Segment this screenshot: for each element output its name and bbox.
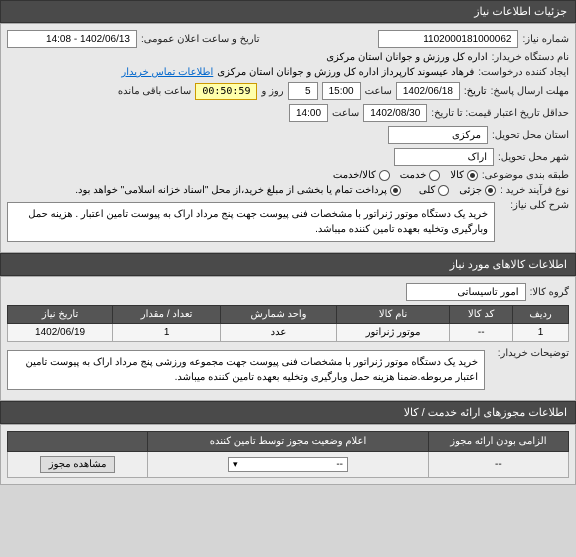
need-no-value: 1102000181000062: [378, 30, 518, 48]
status-dropdown[interactable]: --: [228, 457, 348, 472]
td-row: 1: [513, 324, 569, 342]
td-view: مشاهده مجوز: [8, 452, 148, 478]
td-code: --: [450, 324, 513, 342]
announce-date-value: 1402/06/13 - 14:08: [7, 30, 137, 48]
deadline-time: 15:00: [322, 82, 361, 100]
radio-partial-label: جزئی: [459, 185, 482, 196]
subject-cat-group: کالا خدمت کالا/خدمت: [333, 170, 478, 181]
goods-group-label: گروه کالا:: [530, 287, 569, 298]
deadline-date: 1402/06/18: [396, 82, 460, 100]
countdown-timer: 00:50:59: [195, 83, 257, 100]
deadline-label2: تاریخ:: [464, 86, 487, 97]
radio-service[interactable]: خدمت: [400, 170, 441, 181]
license-table: الزامی بودن ارائه مجوز اعلام وضعیت مجوز …: [7, 431, 569, 478]
radio-goods-service[interactable]: کالا/خدمت: [333, 170, 390, 181]
th-row: ردیف: [513, 306, 569, 324]
radio-dot-icon: [429, 170, 440, 181]
radio-full-label: کلی: [419, 185, 435, 196]
general-desc-value: خرید یک دستگاه موتور ژنراتور با مشخصات ف…: [7, 202, 495, 242]
goods-table: ردیف کد کالا نام کالا واحد شمارش تعداد /…: [7, 305, 569, 342]
subject-cat-label: طبقه بندی موضوعی:: [482, 170, 569, 181]
buyer-notes-label: توضیحات خریدار:: [489, 348, 569, 359]
announce-date-label: تاریخ و ساعت اعلان عمومی:: [141, 34, 260, 45]
th-mandatory: الزامی بودن ارائه مجوز: [428, 432, 568, 452]
view-license-button[interactable]: مشاهده مجوز: [40, 456, 116, 473]
th-date: تاریخ نیاز: [8, 306, 113, 324]
radio-dot-icon: [485, 185, 496, 196]
td-qty: 1: [113, 324, 221, 342]
radio-full[interactable]: کلی: [419, 185, 449, 196]
buyer-org-value: اداره کل ورزش و جوانان استان مرکزی: [326, 52, 487, 63]
status-dropdown-value: --: [336, 459, 343, 470]
buyer-org-label: نام دستگاه خریدار:: [492, 52, 569, 63]
radio-dot-icon: [390, 185, 401, 196]
th-status: اعلام وضعیت مجوز توسط تامین کننده: [148, 432, 429, 452]
th-qty: تعداد / مقدار: [113, 306, 221, 324]
licenses-body: الزامی بودن ارائه مجوز اعلام وضعیت مجوز …: [0, 424, 576, 485]
contact-link[interactable]: اطلاعات تماس خریدار: [121, 67, 213, 78]
need-no-label: شماره نیاز:: [522, 34, 569, 45]
radio-goods[interactable]: کالا: [450, 170, 478, 181]
th-code: کد کالا: [450, 306, 513, 324]
radio-goods-service-label: کالا/خدمت: [333, 170, 376, 181]
general-desc-label: شرح کلی نیاز:: [499, 200, 569, 211]
radio-partial[interactable]: جزئی: [459, 185, 496, 196]
td-date: 1402/06/19: [8, 324, 113, 342]
province-value: مرکزی: [388, 126, 488, 144]
remaining-label: ساعت باقی مانده: [118, 86, 191, 97]
hour-label-1: ساعت: [365, 86, 392, 97]
license-row: -- -- مشاهده مجوز: [8, 452, 569, 478]
need-info-body: شماره نیاز: 1102000181000062 تاریخ و ساع…: [0, 23, 576, 253]
radio-service-label: خدمت: [400, 170, 427, 181]
th-unit: واحد شمارش: [221, 306, 337, 324]
valid-time: 14:00: [289, 104, 328, 122]
province-label: استان محل تحویل:: [492, 130, 569, 141]
payment-note-item: پرداخت تمام یا بخشی از مبلغ خرید،از محل …: [75, 185, 401, 196]
city-value: اراک: [394, 148, 494, 166]
hour-label-2: ساعت: [332, 108, 359, 119]
radio-dot-icon: [438, 185, 449, 196]
licenses-header: اطلاعات مجوزهای ارائه خدمت / کالا: [0, 401, 576, 424]
table-row: 1 -- موتور ژنراتور عدد 1 1402/06/19: [8, 324, 569, 342]
valid-date-label: حداقل تاریخ اعتبار قیمت: تا تاریخ:: [431, 108, 569, 119]
process-label: نوع فرآیند خرید :: [500, 185, 569, 196]
goods-group-value: امور تاسیساتی: [406, 283, 526, 301]
day-and-label: روز و: [261, 86, 283, 97]
deadline-label: مهلت ارسال پاسخ:: [491, 86, 569, 97]
radio-dot-icon: [379, 170, 390, 181]
buyer-notes-value: خرید یک دستگاه موتور ژنراتور با مشخصات ف…: [7, 350, 485, 390]
payment-note-text: پرداخت تمام یا بخشی از مبلغ خرید،از محل …: [75, 185, 387, 196]
th-view: [8, 432, 148, 452]
valid-date: 1402/08/30: [363, 104, 427, 122]
radio-goods-label: کالا: [450, 170, 464, 181]
days-remaining: 5: [288, 82, 318, 100]
process-group: جزئی کلی: [419, 185, 496, 196]
radio-dot-icon: [467, 170, 478, 181]
td-status: --: [148, 452, 429, 478]
td-name: موتور ژنراتور: [336, 324, 449, 342]
goods-info-body: گروه کالا: امور تاسیساتی ردیف کد کالا نا…: [0, 276, 576, 401]
requester-value: فرهاد عیسوند کارپرداز اداره کل ورزش و جو…: [217, 67, 474, 78]
td-mandatory: --: [428, 452, 568, 478]
goods-info-header: اطلاعات کالاهای مورد نیاز: [0, 253, 576, 276]
city-label: شهر محل تحویل:: [498, 152, 569, 163]
need-info-header: جزئیات اطلاعات نیاز: [0, 0, 576, 23]
requester-label: ایجاد کننده درخواست:: [478, 67, 569, 78]
td-unit: عدد: [221, 324, 337, 342]
th-name: نام کالا: [336, 306, 449, 324]
